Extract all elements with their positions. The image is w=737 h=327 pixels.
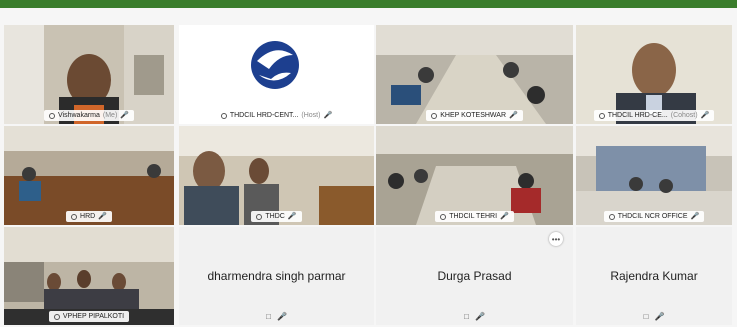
participant-name: dharmendra singh parmar bbox=[207, 269, 346, 283]
mic-muted-icon: 🎤 bbox=[276, 312, 287, 321]
participant-name: Rajendra Kumar bbox=[610, 269, 698, 283]
video-tile-self[interactable]: Vishwakarma (Me) 🎤 bbox=[4, 25, 174, 124]
mic-muted-icon: 🎤 bbox=[323, 112, 333, 119]
video-tile-tehri[interactable]: THDCIL TEHRI 🎤 bbox=[376, 126, 573, 225]
video-grid: Vishwakarma (Me) 🎤 THDCIL HRD-CENT... (Host… bbox=[4, 25, 732, 325]
pin-icon[interactable] bbox=[440, 213, 447, 220]
video-tile-cohost[interactable]: THDCIL HRD-CE... (Cohost) 🎤 bbox=[576, 25, 732, 124]
participant-name: Durga Prasad bbox=[437, 269, 512, 283]
video-tile-koteshwar[interactable]: KHEP KOTESHWAR 🎤 bbox=[376, 25, 573, 124]
mic-muted-icon: 🎤 bbox=[120, 112, 129, 119]
video-off-icon: □ bbox=[464, 312, 469, 321]
video-off-icon: □ bbox=[266, 312, 271, 321]
participant-label: HRD 🎤 bbox=[66, 211, 112, 222]
pin-icon[interactable] bbox=[256, 213, 263, 220]
participant-label: VPHEP PIPALKOTI bbox=[48, 311, 130, 322]
mic-muted-icon: 🎤 bbox=[654, 312, 665, 321]
mic-muted-icon: 🎤 bbox=[98, 213, 107, 220]
pin-icon[interactable] bbox=[71, 213, 78, 220]
mic-muted-icon: 🎤 bbox=[287, 213, 297, 220]
mic-muted-icon: 🎤 bbox=[690, 213, 700, 220]
pin-icon[interactable] bbox=[431, 112, 438, 119]
meeting-window: Vishwakarma (Me) 🎤 THDCIL HRD-CENT... (Host… bbox=[0, 0, 737, 327]
video-tile-host[interactable]: THDCIL HRD-CENT... (Host) 🎤 bbox=[179, 25, 374, 124]
video-tile-pipalkoti[interactable]: VPHEP PIPALKOTI bbox=[4, 227, 174, 325]
participant-label: KHEP KOTESHWAR 🎤 bbox=[426, 110, 523, 121]
pin-icon[interactable] bbox=[608, 213, 615, 220]
mic-muted-icon: 🎤 bbox=[509, 112, 518, 119]
mic-muted-icon: 🎤 bbox=[700, 112, 710, 119]
participant-label: THDCIL NCR OFFICE 🎤 bbox=[603, 211, 705, 222]
pin-icon[interactable] bbox=[49, 112, 55, 119]
window-top-bar bbox=[0, 0, 737, 8]
participant-label: THDC 🎤 bbox=[251, 211, 302, 222]
video-tile-hrd[interactable]: HRD 🎤 bbox=[4, 126, 174, 225]
video-off-icon: □ bbox=[643, 312, 649, 321]
participant-label: THDCIL HRD-CENT... (Host) 🎤 bbox=[215, 110, 338, 121]
participant-label: THDCIL HRD-CE... (Cohost) 🎤 bbox=[593, 110, 715, 121]
pin-icon[interactable] bbox=[220, 112, 227, 119]
video-tile-ncr-office[interactable]: THDCIL NCR OFFICE 🎤 bbox=[576, 126, 732, 225]
name-tile-dharmendra[interactable]: dharmendra singh parmar □ 🎤 bbox=[179, 227, 374, 325]
participant-label: Vishwakarma (Me) 🎤 bbox=[44, 110, 134, 121]
more-options-icon[interactable]: ••• bbox=[549, 232, 563, 246]
pin-icon[interactable] bbox=[53, 313, 60, 320]
video-tile-thdc[interactable]: THDC 🎤 bbox=[179, 126, 374, 225]
name-tile-rajendra[interactable]: Rajendra Kumar □ 🎤 bbox=[576, 227, 732, 325]
mic-muted-icon: 🎤 bbox=[474, 312, 485, 321]
name-tile-durga[interactable]: Durga Prasad □ 🎤 bbox=[376, 227, 573, 325]
mic-muted-icon: 🎤 bbox=[500, 213, 509, 220]
participant-label: THDCIL TEHRI 🎤 bbox=[435, 211, 514, 222]
pin-icon[interactable] bbox=[598, 112, 605, 119]
